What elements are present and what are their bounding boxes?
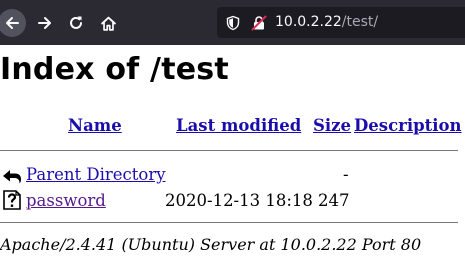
row-last-modified: 2020-12-13 18:18 [165, 191, 313, 210]
home-button[interactable] [94, 9, 122, 37]
insecure-lock-icon[interactable] [251, 15, 267, 31]
address-bar[interactable]: 10.0.2.22/test/ [217, 7, 465, 38]
back-button[interactable] [0, 9, 26, 37]
sort-by-size-link[interactable]: Size [313, 116, 351, 135]
forward-button[interactable] [31, 9, 59, 37]
url-host: 10.0.2.22 [275, 14, 342, 30]
server-signature: Apache/2.4.41 (Ubuntu) Server at 10.0.2.… [0, 235, 422, 254]
back-arrow-icon [3, 170, 21, 184]
header-divider [0, 150, 458, 151]
url-path: /test/ [341, 14, 379, 30]
row-size: 247 [318, 191, 350, 210]
sort-by-last-modified-link[interactable]: Last modified [176, 116, 301, 135]
sort-by-description-link[interactable]: Description [354, 116, 462, 135]
page-title: Index of /test [0, 52, 229, 87]
reload-button[interactable] [62, 9, 90, 37]
row-size: - [343, 165, 349, 184]
reload-icon [70, 16, 82, 29]
password-file-link[interactable]: password [26, 191, 106, 210]
parent-directory-link[interactable]: Parent Directory [26, 165, 166, 184]
back-arrow-icon [6, 17, 19, 29]
unknown-file-icon [3, 190, 21, 210]
footer-divider [0, 222, 458, 223]
browser-toolbar: 10.0.2.22/test/ [0, 0, 465, 45]
url-text[interactable]: 10.0.2.22/test/ [275, 14, 378, 30]
forward-arrow-icon [38, 17, 51, 29]
home-icon [100, 16, 116, 31]
tracking-protection-shield-icon[interactable] [225, 15, 241, 31]
sort-by-name-link[interactable]: Name [68, 116, 122, 135]
